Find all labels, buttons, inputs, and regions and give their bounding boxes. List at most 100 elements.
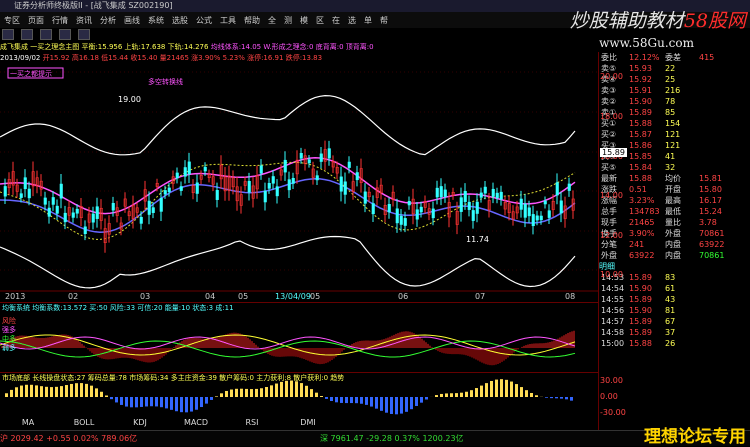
menu-item-5[interactable]: 画线 (124, 15, 140, 26)
refresh-icon[interactable] (40, 29, 52, 40)
ind2-bar (65, 385, 68, 397)
candle-body (440, 186, 443, 196)
list-icon[interactable] (78, 29, 90, 40)
candle-body (536, 216, 539, 220)
ind2-bar (455, 393, 458, 397)
ind1-label: 中多 (2, 335, 16, 344)
ind2-bar (345, 397, 348, 403)
chart-icon[interactable] (59, 29, 71, 40)
high-label: 19.00 (118, 95, 141, 104)
candle-body (496, 193, 499, 198)
menu-item-8[interactable]: 公式 (196, 15, 212, 26)
quote-row: 外盘63922内盘70861 (599, 250, 750, 261)
menu-item-13[interactable]: 模 (300, 15, 308, 26)
menu-item-11[interactable]: 全 (268, 15, 276, 26)
candle-body (148, 201, 151, 214)
ind2-bar (290, 381, 293, 397)
quote-panel: 委比12.12%委差415卖⑤15.9322卖④15.9225卖③15.9121… (598, 52, 750, 432)
ind2-bar (395, 397, 398, 414)
ind2-bar (350, 397, 353, 403)
candle-body (460, 198, 463, 212)
ind2-bar (500, 379, 503, 397)
menu-item-1[interactable]: 页面 (28, 15, 44, 26)
low-label: 11.74 (466, 235, 489, 244)
candle-body (328, 149, 331, 158)
ind2-axis-label: -30.00 (600, 408, 626, 417)
candle-body (92, 214, 95, 222)
tab-macd[interactable]: MACD (168, 418, 224, 430)
quote-row: 委比12.12%委差415 (599, 52, 750, 63)
menu-item-4[interactable]: 分析 (100, 15, 116, 26)
ind2-bar (470, 390, 473, 397)
menu-item-2[interactable]: 行情 (52, 15, 68, 26)
ind2-bar (20, 386, 23, 397)
candle-body (176, 173, 179, 178)
forward-icon[interactable] (21, 29, 33, 40)
indicator-panel-1[interactable]: 均衡系统 均衡系数:13.572 买:50 风险:33 可信:20 能量:10 … (0, 302, 598, 373)
candle-body (204, 167, 207, 171)
candle-body (264, 191, 267, 202)
ind2-bar (195, 397, 198, 410)
quote-row: 14:5415.9061 (599, 283, 750, 294)
tab-rsi[interactable]: RSI (224, 418, 280, 430)
tab-boll[interactable]: BOLL (56, 418, 112, 430)
ind2-bar (25, 385, 28, 397)
menu-item-16[interactable]: 选 (348, 15, 356, 26)
date-label: 05 (310, 292, 320, 301)
candle-body (472, 210, 475, 220)
menu-item-3[interactable]: 资讯 (76, 15, 92, 26)
date-axis: 20130203040513/04/0905060708 (0, 292, 598, 302)
ind2-bar (155, 397, 158, 406)
back-icon[interactable] (2, 29, 14, 40)
menu-item-6[interactable]: 系统 (148, 15, 164, 26)
menu-item-18[interactable]: 帮 (380, 15, 388, 26)
indicator-panel-2[interactable]: 市场底部 长线操盘状态:27 筹码总量:78 市场筹码:34 多主庄资金:39 … (0, 372, 598, 417)
candle-body (420, 207, 423, 212)
quote-row: 总手134783最低15.24 (599, 206, 750, 217)
ind2-bar (145, 397, 148, 406)
menu-item-12[interactable]: 测 (284, 15, 292, 26)
menu-item-7[interactable]: 选股 (172, 15, 188, 26)
sh-index: 沪 2029.42 +0.55 0.02% 789.06亿 (0, 434, 137, 443)
price-chart[interactable]: 一买之都提示 多空转换线 19.00 11.74 (0, 62, 598, 292)
ind2-bar (410, 397, 413, 409)
menu-item-14[interactable]: 区 (316, 15, 324, 26)
candle-body (72, 213, 75, 218)
ind2-bar (310, 389, 313, 397)
boll-lower-line (0, 237, 575, 288)
menu-item-10[interactable]: 帮助 (244, 15, 260, 26)
ind2-bar (390, 397, 393, 414)
tab-dmi[interactable]: DMI (280, 418, 336, 430)
candle-body (348, 162, 351, 168)
ind2-bar (465, 392, 468, 397)
candle-body (96, 207, 99, 219)
candle-body (364, 192, 367, 203)
ind2-bar (265, 387, 268, 397)
candle-body (28, 189, 31, 198)
menu-item-9[interactable]: 工具 (220, 15, 236, 26)
menu-item-17[interactable]: 单 (364, 15, 372, 26)
menu-item-15[interactable]: 在 (332, 15, 340, 26)
menu-item-0[interactable]: 专区 (4, 15, 20, 26)
candle-body (76, 209, 79, 213)
price-axis-label: 12.00 (600, 231, 623, 240)
tab-kdj[interactable]: KDJ (112, 418, 168, 430)
price-axis-label: 18.00 (600, 112, 623, 121)
candle-body (444, 190, 447, 197)
ind2-bar (215, 396, 218, 397)
quote-row: 现手21465量比3.78 (599, 217, 750, 228)
candle-body (524, 204, 527, 217)
candle-body (548, 211, 551, 218)
candle-body (540, 216, 543, 220)
candle-body (560, 201, 563, 213)
mid-hint: 多空转换线 (148, 77, 183, 86)
ind2-bar (240, 389, 243, 397)
quote-row: 分笔241内盘63922 (599, 239, 750, 250)
ind2-bar (30, 385, 33, 397)
ind2-bar (125, 397, 128, 407)
ind2-bar (190, 397, 193, 412)
ind2-bar (520, 387, 523, 397)
tab-ma[interactable]: MA (0, 418, 56, 430)
candle-body (60, 184, 63, 198)
ind2-bar (245, 389, 248, 397)
